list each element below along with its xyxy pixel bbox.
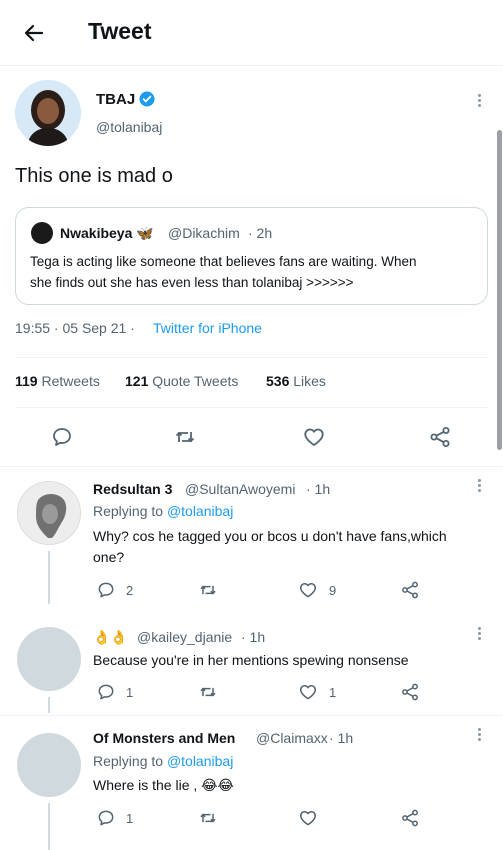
reply-count: 1: [126, 811, 134, 826]
likes-stat[interactable]: 536 Likes: [266, 373, 326, 389]
reply-author-handle[interactable]: @SultanAwoyemi: [185, 481, 295, 497]
retweets-count: 119: [15, 373, 38, 389]
retweet-icon[interactable]: [198, 682, 218, 702]
reply-avatar[interactable]: [17, 481, 81, 545]
quote-tweets-count: 121: [125, 373, 149, 389]
like-heart-icon[interactable]: [298, 682, 318, 702]
verified-badge-icon: [139, 91, 155, 107]
replying-to-line: Replying to @tolanibaj: [93, 753, 233, 769]
main-tweet-bottom-divider: [0, 466, 503, 467]
share-icon[interactable]: [400, 580, 420, 600]
main-tweet-timestamp[interactable]: 19:55 · 05 Sep 21 ·: [15, 320, 135, 336]
replying-to-prefix: Replying to: [93, 503, 164, 519]
scrollbar-thumb[interactable]: [497, 130, 502, 450]
main-tweet-text: This one is mad o: [15, 165, 173, 187]
reply-count: 1: [126, 685, 134, 700]
retweet-icon[interactable]: [198, 580, 218, 600]
reply-text-line2: one?: [93, 549, 125, 565]
reply-icon[interactable]: [96, 808, 116, 828]
reply-avatar[interactable]: [17, 627, 81, 691]
reply-more-icon[interactable]: [478, 728, 482, 743]
reply-icon[interactable]: [96, 682, 116, 702]
reply-text-line1: Because you're in her mentions spewing n…: [93, 652, 409, 668]
share-icon[interactable]: [428, 425, 452, 449]
quoted-tweet-text-line2: she finds out she has even less than tol…: [30, 275, 354, 290]
replying-to-link[interactable]: @tolanibaj: [167, 753, 233, 769]
main-tweet-author-name[interactable]: TBAJ: [96, 91, 135, 108]
thread-line: [48, 803, 50, 850]
share-icon[interactable]: [400, 808, 420, 828]
reply-avatar[interactable]: [17, 733, 81, 797]
quoted-tweet-handle: @Dikachim: [168, 225, 240, 241]
reply-divider: [0, 715, 503, 716]
retweets-label: Retweets: [41, 373, 100, 389]
reply-author-name[interactable]: Redsultan 3: [93, 481, 172, 497]
reply-more-icon[interactable]: [478, 627, 482, 642]
share-icon[interactable]: [400, 682, 420, 702]
reply-author-handle[interactable]: @kailey_djanie: [137, 629, 232, 645]
reply-author-name[interactable]: Of Monsters and Men: [93, 730, 235, 746]
main-tweet-author-handle[interactable]: @tolanibaj: [96, 119, 162, 135]
quote-tweets-stat[interactable]: 121 Quote Tweets: [125, 373, 238, 389]
like-heart-icon[interactable]: [302, 425, 326, 449]
reply-time[interactable]: · 1h: [306, 481, 330, 497]
likes-label: Likes: [293, 373, 326, 389]
like-heart-icon[interactable]: [298, 580, 318, 600]
reply-icon[interactable]: [96, 580, 116, 600]
reply-time[interactable]: · 1h: [329, 730, 353, 746]
main-tweet-more-icon[interactable]: [478, 94, 482, 109]
main-tweet-source[interactable]: Twitter for iPhone: [153, 320, 262, 336]
reply-count: 2: [126, 583, 134, 598]
thread-line: [48, 551, 50, 604]
likes-count: 536: [266, 373, 290, 389]
page-title: Tweet: [88, 18, 152, 44]
like-heart-icon[interactable]: [298, 808, 318, 828]
reply-text-line1: Why? cos he tagged you or bcos u don't h…: [93, 528, 447, 544]
quote-tweets-label: Quote Tweets: [152, 373, 239, 389]
thread-line: [48, 697, 50, 713]
reply-text-line1: Where is the lie , 😂😂: [93, 777, 234, 793]
quoted-tweet-card[interactable]: Nwakibeya 🦋 @Dikachim · 2h Tega is actin…: [15, 207, 488, 305]
retweets-stat[interactable]: 119 Retweets: [15, 373, 100, 389]
reply-author-handle[interactable]: @Claimaxx: [256, 730, 328, 746]
main-tweet-avatar[interactable]: [15, 80, 81, 146]
quoted-tweet-text-line1: Tega is acting like someone that believe…: [30, 254, 417, 269]
retweet-icon[interactable]: [198, 808, 218, 828]
replying-to-link[interactable]: @tolanibaj: [167, 503, 233, 519]
like-count: 1: [329, 685, 337, 700]
quoted-tweet-time: · 2h: [248, 225, 273, 241]
reply-author-name[interactable]: 👌👌: [93, 629, 128, 646]
like-count: 9: [329, 583, 337, 598]
replying-to-line: Replying to @tolanibaj: [93, 503, 233, 519]
replying-to-prefix: Replying to: [93, 753, 164, 769]
header-divider: [0, 65, 503, 66]
reply-more-icon[interactable]: [478, 479, 482, 494]
back-arrow-icon[interactable]: [22, 21, 46, 45]
quoted-tweet-avatar: [31, 222, 53, 244]
reply-icon[interactable]: [50, 425, 74, 449]
retweet-icon[interactable]: [173, 425, 197, 449]
reply-time[interactable]: · 1h: [241, 629, 265, 645]
time-divider: [15, 357, 488, 358]
quoted-tweet-author-name: Nwakibeya 🦋: [60, 225, 154, 241]
stats-divider: [15, 407, 488, 408]
